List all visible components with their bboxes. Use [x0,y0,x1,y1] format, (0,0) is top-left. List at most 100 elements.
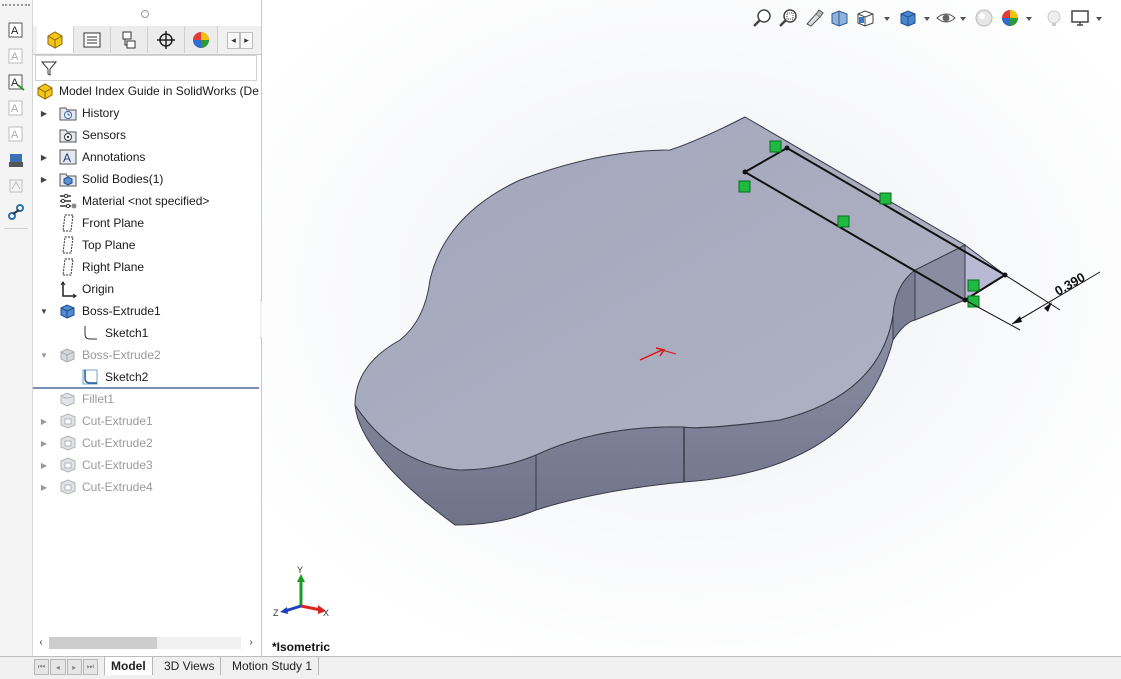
tree-item-label: Right Plane [82,260,145,274]
horizontal-relation-icon[interactable] [837,215,850,228]
plane-icon [62,258,74,276]
bottom-tab-bar: ⏮ ◂ ▸ ⏭ Model 3D Views Motion Study 1 [0,656,1121,679]
section-view-icon[interactable] [830,8,850,28]
tree-item-boss-extrude1[interactable]: ▼ Boss-Extrude1 [33,300,261,322]
expand-arrow-icon[interactable]: ▶ [39,152,49,162]
collapse-arrow-icon[interactable]: ▼ [39,306,49,316]
next-tab-arrow-icon[interactable]: ▸ [66,659,82,675]
tree-root[interactable]: Model Index Guide in SolidWorks (De [33,80,261,102]
expand-arrow-icon[interactable]: ▶ [39,460,49,470]
tree-item-cut-extrude2[interactable]: ▶ Cut-Extrude2 [33,432,261,454]
horizontal-relation-icon[interactable] [879,192,892,205]
expand-arrow-icon[interactable]: ▶ [39,482,49,492]
tree-item-cut-extrude3[interactable]: ▶ Cut-Extrude3 [33,454,261,476]
sketch-point[interactable] [784,145,790,151]
extrude-icon [60,304,75,319]
tree-item-label: Sketch2 [105,370,149,384]
surface-finish-icon[interactable] [6,176,26,196]
tree-item-origin[interactable]: Origin [33,278,261,300]
expand-arrow-icon[interactable]: ▶ [39,416,49,426]
tree-item-sketch1[interactable]: Sketch1 [33,322,261,344]
tree-item-right-plane[interactable]: Right Plane [33,256,261,278]
tab-scroll-left-button[interactable]: ◂ [227,32,240,49]
vertical-relation-icon[interactable] [769,140,782,153]
tree-item-annotations[interactable]: ▶ A Annotations [33,146,261,168]
cut-extrude-icon [60,457,76,473]
tree-item-cut-extrude1[interactable]: ▶ Cut-Extrude1 [33,410,261,432]
model-items-icon[interactable]: A [6,72,26,92]
graphics-viewport[interactable]: 0.390 Y X Z [262,0,1121,656]
format-painter-icon[interactable]: A [6,124,26,144]
tree-horizontal-scrollbar[interactable]: ‹ › [33,634,261,652]
tree-item-label: Fillet1 [82,392,115,406]
zoom-to-area-icon[interactable] [778,8,798,28]
dropdown-caret-icon[interactable] [1096,17,1102,21]
dropdown-caret-icon[interactable] [1026,17,1032,21]
sketch-icon [82,369,98,385]
cut-extrude-icon [60,413,76,429]
svg-text:A: A [11,129,19,141]
property-manager-icon [83,32,101,47]
first-tab-arrow-icon[interactable]: ⏮ [34,659,50,675]
smart-dimension-icon[interactable]: A [6,20,26,40]
tree-item-sensors[interactable]: Sensors [33,124,261,146]
expand-arrow-icon[interactable]: ▶ [39,174,49,184]
tab-configuration-manager[interactable] [111,26,148,53]
previous-view-icon[interactable] [804,8,824,28]
tree-item-material[interactable]: Material <not specified> [33,190,261,212]
tree-filter[interactable] [35,55,257,81]
tab-scroll-right-button[interactable]: ▸ [240,32,253,49]
monitor-icon[interactable] [1070,8,1090,28]
tree-item-history[interactable]: ▶ History [33,102,261,124]
tree-item-solid-bodies[interactable]: ▶ Solid Bodies(1) [33,168,261,190]
last-tab-arrow-icon[interactable]: ⏭ [82,659,98,675]
collapse-arrow-icon[interactable]: ▼ [39,350,49,360]
coincident-relation-icon[interactable] [738,180,751,193]
display-manager-icon [193,31,209,48]
apply-scene-icon[interactable] [1000,8,1020,28]
tree-item-top-plane[interactable]: Top Plane [33,234,261,256]
view-settings-icon[interactable] [1044,8,1064,28]
edit-appearance-icon[interactable] [974,8,994,28]
tab-feature-manager[interactable] [37,26,74,53]
dropdown-caret-icon[interactable] [924,17,930,21]
tab-display-manager[interactable] [185,26,218,53]
prev-tab-arrow-icon[interactable]: ◂ [50,659,66,675]
tree-item-sketch2[interactable]: Sketch2 [33,366,261,388]
plane-icon [62,214,74,232]
scroll-right-arrow-icon[interactable]: › [245,636,257,648]
tree-item-fillet1[interactable]: Fillet1 [33,388,261,410]
panel-grip[interactable] [141,10,149,18]
tree-item-label: Cut-Extrude4 [82,480,153,494]
coincident-relation-icon[interactable] [967,279,980,292]
vertical-relation-icon[interactable] [967,295,980,308]
tab-model[interactable]: Model [104,657,153,675]
hide-show-items-icon[interactable] [936,8,956,28]
note-icon[interactable]: A [6,46,26,66]
dropdown-caret-icon[interactable] [884,17,890,21]
tree-item-front-plane[interactable]: Front Plane [33,212,261,234]
tree-item-label: Cut-Extrude1 [82,414,153,428]
tab-dimxpert-manager[interactable] [148,26,185,53]
dropdown-caret-icon[interactable] [960,17,966,21]
tab-3d-views[interactable]: 3D Views [158,657,222,675]
tree-item-cut-extrude4[interactable]: ▶ Cut-Extrude4 [33,476,261,498]
annotations-icon: A [59,149,77,165]
tree-item-label: Solid Bodies(1) [82,172,164,186]
spell-checker-icon[interactable]: A [6,98,26,118]
scroll-thumb[interactable] [49,637,157,649]
expand-arrow-icon[interactable]: ▶ [39,438,49,448]
strip-grip[interactable] [2,4,30,9]
dimxpert-icon[interactable] [6,202,26,222]
tab-motion-study-1[interactable]: Motion Study 1 [226,657,320,675]
sketch-point[interactable] [742,169,748,175]
datum-feature-icon[interactable] [6,150,26,170]
view-orientation-icon[interactable] [856,8,876,28]
expand-arrow-icon[interactable]: ▶ [39,108,49,118]
tree-item-boss-extrude2[interactable]: ▼ Boss-Extrude2 [33,344,261,366]
tab-property-manager[interactable] [74,26,111,53]
crosshair-icon [157,30,175,49]
zoom-to-fit-icon[interactable] [752,8,772,28]
scroll-left-arrow-icon[interactable]: ‹ [35,636,47,648]
display-style-icon[interactable] [898,8,918,28]
